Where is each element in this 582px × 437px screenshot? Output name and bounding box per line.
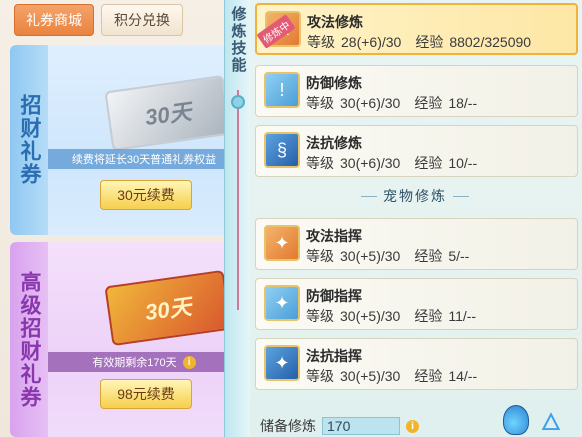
- exp-value: 10/--: [448, 155, 478, 171]
- skill-row-resist[interactable]: § 法抗修炼 等级 30(+6)/30 经验 10/--: [255, 125, 578, 177]
- reserve-cultivation: 储备修炼 170 i: [260, 416, 419, 436]
- potion-icon[interactable]: [503, 405, 529, 435]
- shield-icon: !: [264, 72, 300, 108]
- exp-label: 经验: [414, 155, 443, 171]
- pet-skill-row-defense[interactable]: ✦ 防御指挥 等级 30(+5)/30 经验 11/--: [255, 278, 578, 330]
- flame-icon[interactable]: 🜂: [538, 403, 564, 436]
- coupon-note: 有效期剩余170天 i: [48, 352, 240, 372]
- coupon-card-strip: 招财礼券: [10, 45, 48, 235]
- level-label: 等级: [306, 95, 334, 111]
- skill-row-attack[interactable]: ⚔ 修炼中 攻法修炼 等级28(+6)/30经验8802/325090: [255, 3, 578, 55]
- coupon-card-basic: 招财礼券 30天 续费将延长30天普通礼券权益 30元续费: [10, 45, 240, 235]
- tab-points-exchange[interactable]: 积分兑换: [101, 4, 183, 36]
- skill-stats: 等级 30(+6)/30 经验 18/--: [306, 93, 477, 113]
- shop-panel: 礼券商城 积分兑换 招财礼券 30天 续费将延长30天普通礼券权益 30元续费 …: [0, 0, 240, 437]
- paw-attack-icon: ✦: [264, 225, 300, 261]
- pet-section-header: 宠物修炼: [350, 186, 480, 206]
- ticket-label: 30天: [143, 98, 193, 131]
- exp-value: 8802/325090: [449, 34, 532, 50]
- skill-name: 法抗修炼: [306, 135, 362, 151]
- coupon-note: 续费将延长30天普通礼券权益: [48, 149, 240, 169]
- skill-name: 防御修炼: [306, 75, 362, 91]
- reserve-value-field: 170: [322, 417, 400, 435]
- skills-panel: ⚔ 修炼中 攻法修炼 等级28(+6)/30经验8802/325090 ! 防御…: [250, 0, 582, 437]
- skill-name: 防御指挥: [306, 288, 362, 304]
- renew-98-button[interactable]: 98元续费: [100, 379, 192, 409]
- coupon-card-premium: 高级招财礼券 30天 有效期剩余170天 i 98元续费: [10, 242, 240, 437]
- skill-stats: 等级 30(+6)/30 经验 10/--: [306, 153, 477, 173]
- level-label: 等级: [307, 34, 335, 50]
- level-value: 30(+5)/30: [340, 308, 401, 324]
- exp-label: 经验: [414, 95, 443, 111]
- gold-ticket-icon: 30天: [104, 269, 232, 347]
- pet-section-title: 宠物修炼: [383, 188, 447, 204]
- exp-label: 经验: [414, 308, 443, 324]
- exp-label: 经验: [415, 34, 444, 50]
- level-label: 等级: [306, 308, 334, 324]
- magic-shield-icon: §: [264, 132, 300, 168]
- info-icon[interactable]: i: [182, 355, 196, 369]
- level-label: 等级: [306, 248, 334, 264]
- section-divider: 修炼技能: [224, 0, 250, 437]
- skill-stats: 等级 30(+5)/30 经验 5/--: [306, 246, 469, 266]
- pet-skill-row-resist[interactable]: ✦ 法抗指挥 等级 30(+5)/30 经验 14/--: [255, 338, 578, 390]
- info-icon[interactable]: i: [406, 419, 419, 433]
- exp-value: 18/--: [448, 95, 478, 111]
- skill-stats: 等级 28(+6)/30 经验 8802/325090: [307, 32, 531, 52]
- silver-ticket-icon: 30天: [104, 74, 232, 152]
- level-value: 30(+5)/30: [340, 368, 401, 384]
- exp-value: 11/--: [448, 308, 477, 324]
- renew-30-button[interactable]: 30元续费: [100, 180, 192, 210]
- skill-name: 攻法修炼: [307, 14, 363, 30]
- skill-row-defense[interactable]: ! 防御修炼 等级 30(+6)/30 经验 18/--: [255, 65, 578, 117]
- coupon-note-text: 续费将延长30天普通礼券权益: [71, 154, 217, 166]
- divider-ribbon: [237, 90, 239, 310]
- level-value: 30(+6)/30: [340, 95, 401, 111]
- coupon-note-text: 有效期剩余170天: [92, 357, 177, 369]
- exp-value: 5/--: [448, 248, 470, 264]
- level-label: 等级: [306, 155, 334, 171]
- skill-name: 攻法指挥: [306, 228, 362, 244]
- tab-coupon-shop[interactable]: 礼券商城: [14, 4, 94, 36]
- paw-magic-icon: ✦: [264, 345, 300, 381]
- exp-label: 经验: [414, 248, 443, 264]
- ticket-label: 30天: [143, 293, 193, 326]
- reserve-label: 储备修炼: [260, 418, 316, 434]
- exp-label: 经验: [414, 368, 443, 384]
- skill-stats: 等级 30(+5)/30 经验 14/--: [306, 366, 477, 386]
- cultivation-title: 修炼技能: [229, 6, 247, 74]
- exp-value: 14/--: [448, 368, 478, 384]
- coupon-card-title: 高级招财礼券: [18, 270, 41, 409]
- skill-stats: 等级 30(+5)/30 经验 11/--: [306, 306, 476, 326]
- pet-skill-row-attack[interactable]: ✦ 攻法指挥 等级 30(+5)/30 经验 5/--: [255, 218, 578, 270]
- divider-knot-icon: [231, 95, 245, 109]
- coupon-card-title: 招财礼券: [18, 94, 41, 186]
- level-value: 28(+6)/30: [341, 34, 402, 50]
- level-label: 等级: [306, 368, 334, 384]
- coupon-card-strip: 高级招财礼券: [10, 242, 48, 437]
- paw-shield-icon: ✦: [264, 285, 300, 321]
- level-value: 30(+5)/30: [340, 248, 401, 264]
- level-value: 30(+6)/30: [340, 155, 401, 171]
- skill-name: 法抗指挥: [306, 348, 362, 364]
